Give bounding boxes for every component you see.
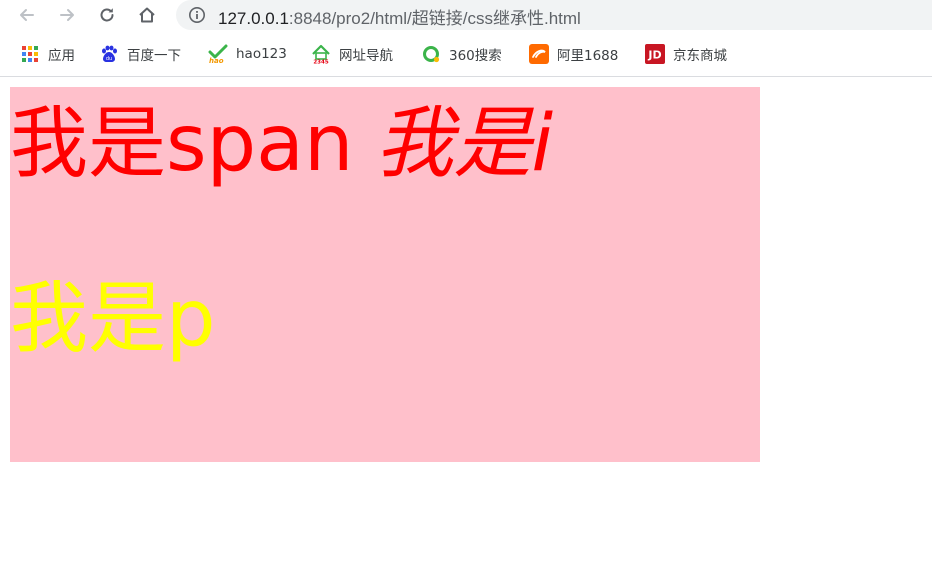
home-button[interactable] xyxy=(134,2,160,28)
svg-text:JD: JD xyxy=(647,49,661,62)
ali1688-icon xyxy=(529,44,549,64)
360-search-icon xyxy=(421,44,441,64)
inherited-inline-line: 我是span 我是i xyxy=(10,99,553,189)
bookmark-hao123[interactable]: hao hao123 xyxy=(208,44,287,64)
bookmark-label: 京东商城 xyxy=(673,48,727,64)
bookmark-label: hao123 xyxy=(236,46,287,62)
reload-icon xyxy=(100,8,114,22)
bookmark-label: 网址导航 xyxy=(339,48,393,64)
url-text: 127.0.0.1:8848/pro2/html/超链接/css继承性.html xyxy=(218,4,581,29)
baidu-paw-icon: du xyxy=(99,44,119,64)
reload-button[interactable] xyxy=(94,2,120,28)
browser-toolbar: 127.0.0.1:8848/pro2/html/超链接/css继承性.html xyxy=(0,0,932,30)
bookmark-nav-2345[interactable]: 2345 网址导航 xyxy=(311,44,393,64)
bookmarks-bar: 应用 du 百度一下 hao hao123 2345 网址导航 360搜索 阿里… xyxy=(0,38,932,70)
svg-text:hao: hao xyxy=(209,57,224,64)
url-path: :8848/pro2/html/超链接/css继承性.html xyxy=(288,9,581,28)
toolbar-divider xyxy=(0,76,932,77)
svg-text:2345: 2345 xyxy=(313,60,328,65)
arrow-left-icon xyxy=(20,9,34,21)
bookmark-360-search[interactable]: 360搜索 xyxy=(421,44,502,64)
bookmark-label: 百度一下 xyxy=(127,48,181,64)
back-button[interactable] xyxy=(14,2,40,28)
forward-button[interactable] xyxy=(54,2,80,28)
p-text: 我是p xyxy=(10,274,216,364)
bookmark-baidu[interactable]: du 百度一下 xyxy=(99,44,181,64)
bookmark-jd[interactable]: JD 京东商城 xyxy=(645,44,727,64)
bookmark-label: 应用 xyxy=(48,48,75,64)
i-text: 我是i xyxy=(375,99,554,189)
2345-house-icon: 2345 xyxy=(311,44,331,64)
bookmark-apps[interactable]: 应用 xyxy=(20,44,75,64)
hao123-icon: hao xyxy=(208,44,228,64)
jd-icon: JD xyxy=(645,44,665,64)
home-icon xyxy=(139,7,155,23)
url-host: 127.0.0.1 xyxy=(218,9,289,28)
site-info-icon[interactable] xyxy=(188,6,206,24)
bookmark-label: 360搜索 xyxy=(449,48,502,64)
pink-div-box: 我是span 我是i 我是p xyxy=(10,87,760,462)
svg-text:du: du xyxy=(106,56,112,62)
bookmark-ali1688[interactable]: 阿里1688 xyxy=(529,44,618,64)
address-bar[interactable]: 127.0.0.1:8848/pro2/html/超链接/css继承性.html xyxy=(176,0,932,30)
apps-grid-icon xyxy=(20,44,40,64)
arrow-right-icon xyxy=(60,9,74,21)
bookmark-label: 阿里1688 xyxy=(557,48,619,64)
span-text: 我是span xyxy=(10,99,354,189)
